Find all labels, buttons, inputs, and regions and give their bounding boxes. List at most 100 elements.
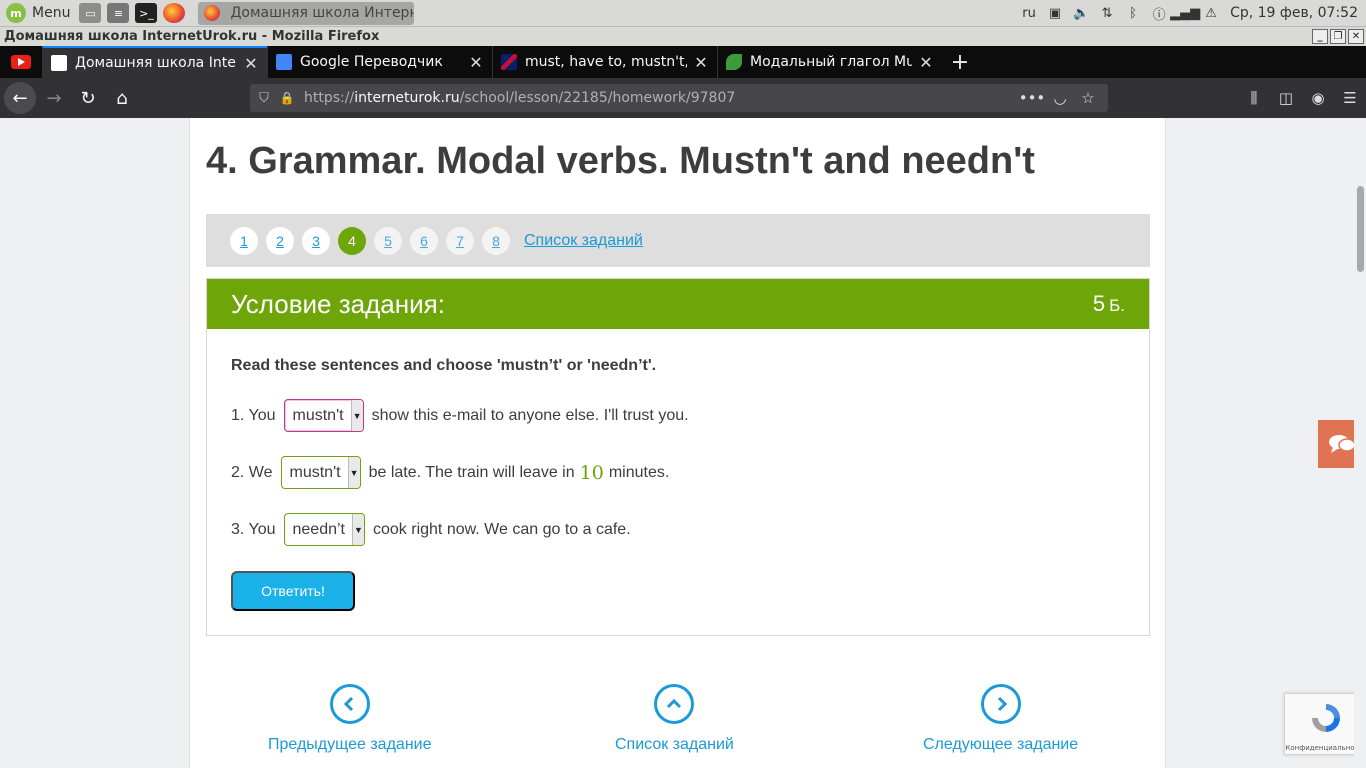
task-link-3[interactable]: 3 <box>302 226 330 255</box>
volume-icon[interactable]: 🔈 <box>1068 2 1094 24</box>
tab-google-translate[interactable]: Google Переводчик ✕ <box>267 46 492 78</box>
uk-flag-icon <box>501 54 517 70</box>
close-icon[interactable]: ✕ <box>1348 29 1364 44</box>
submit-answer-button[interactable]: Ответить! <box>231 571 355 611</box>
tab-interneturok[interactable]: Домашняя школа Interne ✕ <box>42 46 267 78</box>
start-menu-button[interactable]: m Menu <box>0 0 76 27</box>
task-link-8[interactable]: 8 <box>482 226 510 255</box>
chevron-left-icon[interactable] <box>329 684 370 724</box>
terminal-icon[interactable]: >_ <box>135 3 158 23</box>
keyboard-layout-indicator[interactable]: ru <box>1016 2 1042 24</box>
task-pagination: 1 2 3 4 5 6 7 8 Список заданий <box>206 214 1150 267</box>
play-favicon-icon <box>51 55 67 71</box>
next-task-link[interactable]: Следующее задание <box>923 684 1078 754</box>
firefox-launcher-icon[interactable] <box>163 3 186 23</box>
select-value: mustn't <box>289 463 341 481</box>
page-actions-icon[interactable]: ••• <box>1018 89 1046 107</box>
reload-button[interactable]: ↻ <box>72 82 104 114</box>
menu-label: Menu <box>32 5 71 21</box>
answer-select-3[interactable]: needn’t ▼ <box>283 513 365 546</box>
dropdown-arrow-icon[interactable]: ▼ <box>347 457 360 488</box>
tab-label: Google Переводчик <box>300 54 443 70</box>
previous-task-link[interactable]: Предыдущее задание <box>268 684 431 754</box>
bookmark-star-icon[interactable]: ☆ <box>1074 89 1102 107</box>
chevron-up-icon[interactable] <box>654 684 695 724</box>
warning-icon[interactable]: ⚠ <box>1198 2 1224 24</box>
taskbar-firefox-window[interactable]: Домашняя школа Интерне… <box>198 1 415 25</box>
task-list-label[interactable]: Список заданий <box>615 736 734 754</box>
answer-select-2[interactable]: mustn't ▼ <box>280 456 361 489</box>
task-link-5[interactable]: 5 <box>374 226 402 255</box>
tab-close-icon[interactable]: ✕ <box>918 53 934 72</box>
maximize-icon[interactable]: ❐ <box>1330 29 1346 44</box>
tab-label: Домашняя школа Interne <box>75 55 237 71</box>
sentence-start: 1. You <box>231 406 276 424</box>
sentence-start: 3. You <box>231 520 276 538</box>
tab-close-icon[interactable]: ✕ <box>243 54 259 73</box>
task-list-link[interactable]: Список заданий <box>524 232 643 250</box>
sentence-1: 1. You mustn't ▼ show this e-mail to any… <box>231 399 689 432</box>
forward-button[interactable]: → <box>38 82 70 114</box>
tab-label: Модальный глагол Must <box>750 54 912 70</box>
task-list-bottom-link[interactable]: Список заданий <box>615 684 734 754</box>
text-editor-icon[interactable]: ≡ <box>107 3 130 23</box>
dropdown-arrow-icon[interactable]: ▼ <box>352 514 364 545</box>
select-value: mustn't <box>292 406 344 424</box>
minimize-icon[interactable]: _ <box>1312 29 1328 44</box>
previous-task-label[interactable]: Предыдущее задание <box>268 736 431 754</box>
desktop-panel: m Menu ▭ ≡ >_ Домашняя школа Интерне… ru… <box>0 0 1366 27</box>
google-translate-icon <box>276 54 292 70</box>
chevron-right-icon[interactable] <box>980 684 1021 724</box>
back-button[interactable]: ← <box>4 82 36 114</box>
file-manager-icon[interactable]: ▭ <box>79 3 102 23</box>
page-scrollbar[interactable] <box>1354 118 1366 768</box>
account-icon[interactable]: ◉ <box>1302 82 1334 114</box>
page-viewport: 4. Grammar. Modal verbs. Mustn't and nee… <box>0 118 1366 768</box>
task-link-2[interactable]: 2 <box>266 226 294 255</box>
clock[interactable]: Ср, 19 фев, 07:52 <box>1224 5 1366 21</box>
next-task-label[interactable]: Следующее задание <box>923 736 1078 754</box>
address-bar[interactable]: ⛉ 🔒 https://interneturok.ru/school/lesso… <box>250 84 1108 112</box>
tab-must-have-to[interactable]: must, have to, mustn't, ne ✕ <box>492 46 717 78</box>
youtube-audio-tab[interactable] <box>0 46 42 78</box>
task-link-7[interactable]: 7 <box>446 226 474 255</box>
taskbar-window-title: Домашняя школа Интерне… <box>230 5 415 21</box>
lock-icon[interactable]: 🔒 <box>278 91 296 105</box>
pocket-icon[interactable]: ◡ <box>1046 89 1074 107</box>
task-condition-box: Условие задания: 5 Б. Read these sentence… <box>206 278 1150 636</box>
sentence-2: 2. We mustn't ▼ be late. The train will … <box>231 456 669 489</box>
task-link-4-current[interactable]: 4 <box>338 226 366 255</box>
lesson-card: 4. Grammar. Modal verbs. Mustn't and nee… <box>189 118 1166 768</box>
tracking-shield-icon[interactable]: ⛉ <box>250 91 278 106</box>
task-points: 5 Б. <box>1092 291 1125 316</box>
library-icon[interactable]: ⫼ <box>1238 82 1270 114</box>
screen-icon[interactable]: ▣ <box>1042 2 1068 24</box>
network-icon[interactable]: ⇅ <box>1094 2 1120 24</box>
system-tray: ru ▣ 🔈 ⇅ ᛒ ⓘ ▂▄▆ ⚠ Ср, 19 фев, 07:52 <box>1016 0 1366 27</box>
url-text[interactable]: https://interneturok.ru/school/lesson/22… <box>304 90 735 106</box>
sentence-end: minutes. <box>608 463 670 481</box>
dropdown-arrow-icon[interactable]: ▼ <box>350 400 363 431</box>
hamburger-menu-icon[interactable]: ☰ <box>1334 82 1366 114</box>
home-button[interactable]: ⌂ <box>106 82 138 114</box>
tab-modal-verb-must[interactable]: Модальный глагол Must ✕ <box>717 46 942 78</box>
bluetooth-icon[interactable]: ᛒ <box>1120 2 1146 24</box>
sentence-end: cook right now. We can go to a cafe. <box>373 520 631 538</box>
new-tab-button[interactable]: + <box>942 46 978 78</box>
signal-icon[interactable]: ▂▄▆ <box>1170 2 1200 24</box>
tab-label: must, have to, mustn't, ne <box>525 54 687 70</box>
window-titlebar: Домашняя школа InternetUrok.ru - Mozilla… <box>0 27 1366 46</box>
task-header: Условие задания: 5 Б. <box>207 279 1149 329</box>
tab-close-icon[interactable]: ✕ <box>468 53 484 72</box>
window-title: Домашняя школа InternetUrok.ru - Mozilla… <box>4 29 380 44</box>
shield-info-icon[interactable]: ⓘ <box>1146 2 1172 24</box>
tab-close-icon[interactable]: ✕ <box>693 53 709 72</box>
scrollbar-thumb[interactable] <box>1357 186 1364 272</box>
task-link-6[interactable]: 6 <box>410 226 438 255</box>
answer-select-1[interactable]: mustn't ▼ <box>283 399 364 432</box>
task-instruction: Read these sentences and choose 'mustn’t… <box>231 357 657 374</box>
task-link-1[interactable]: 1 <box>230 226 258 255</box>
sidebar-icon[interactable]: ◫ <box>1270 82 1302 114</box>
firefox-icon <box>204 5 221 21</box>
sentence-3: 3. You needn’t ▼ cook right now. We can … <box>231 513 631 546</box>
